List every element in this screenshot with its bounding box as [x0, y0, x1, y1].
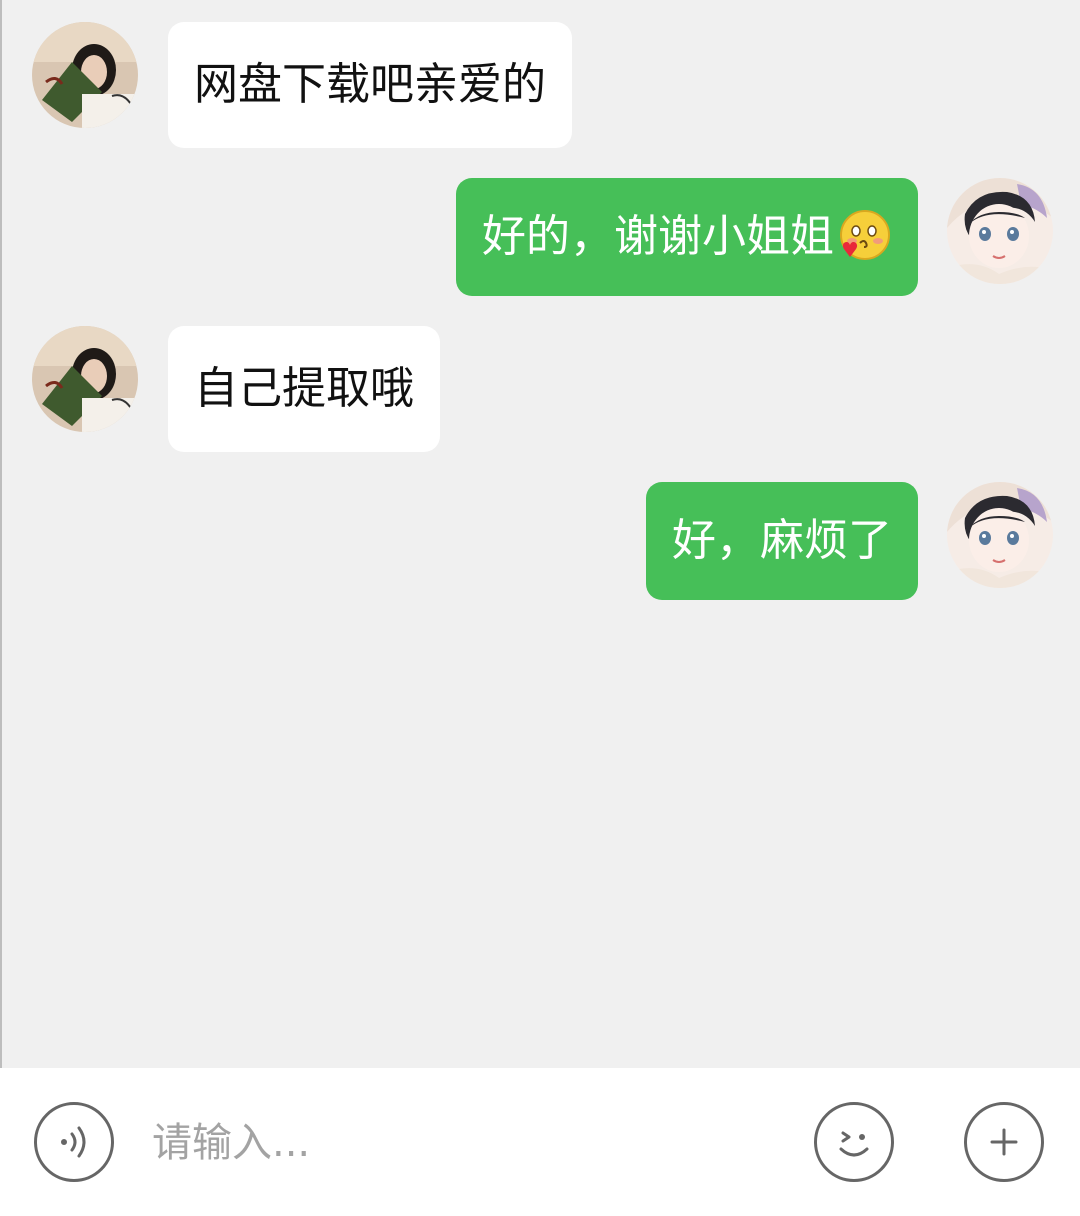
contact-avatar[interactable] — [32, 326, 138, 432]
voice-button[interactable] — [34, 1102, 114, 1182]
message-input[interactable] — [150, 1112, 794, 1174]
smiley-icon — [829, 1117, 879, 1167]
message-bubble[interactable]: 自己提取哦 — [168, 326, 440, 452]
message-bubble[interactable]: 好的，谢谢小姐姐 — [456, 178, 918, 296]
my-avatar[interactable] — [947, 178, 1053, 284]
contact-avatar[interactable] — [32, 22, 138, 128]
chat-message-area[interactable]: 网盘下载吧亲爱的 好的，谢谢小姐姐 自己提取哦 好，麻烦了 — [0, 0, 1080, 1068]
more-button[interactable] — [964, 1102, 1044, 1182]
message-text: 好的，谢谢小姐姐 — [482, 211, 834, 262]
message-text: 网盘下载吧亲爱的 — [194, 59, 546, 110]
message-text: 好，麻烦了 — [672, 515, 892, 566]
emoji-button[interactable] — [814, 1102, 894, 1182]
message-bubble[interactable]: 网盘下载吧亲爱的 — [168, 22, 572, 148]
voice-icon — [52, 1120, 96, 1164]
plus-icon — [984, 1122, 1024, 1162]
chat-input-bar — [0, 1068, 1080, 1216]
blush-heart-emoji-icon — [836, 209, 892, 265]
message-bubble[interactable]: 好，麻烦了 — [646, 482, 918, 600]
my-avatar[interactable] — [947, 482, 1053, 588]
message-text: 自己提取哦 — [194, 363, 414, 414]
